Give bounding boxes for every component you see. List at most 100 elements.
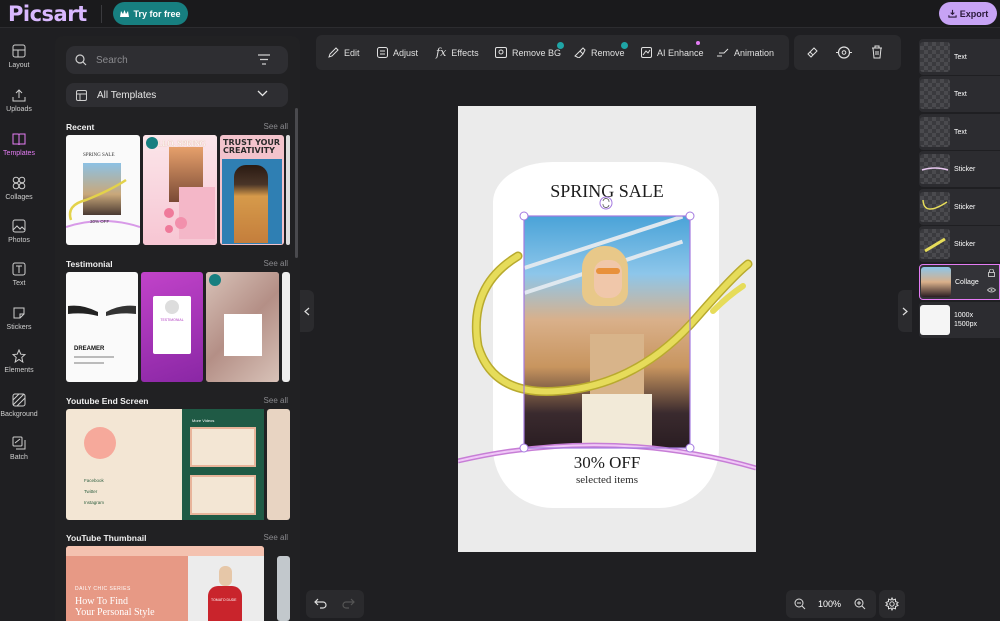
see-all-testimonial[interactable]: See all — [264, 259, 288, 268]
template-thumb-hello-spring[interactable]: HELLO, SPRING — [143, 135, 217, 245]
nav-layout[interactable]: Layout — [0, 44, 38, 84]
edit-toolbar: Edit Adjust fx Effects Remove BG Remove … — [316, 35, 789, 70]
chevron-right-icon — [902, 307, 908, 315]
layer-background[interactable]: 1000x 1500px — [919, 302, 1000, 338]
search-input[interactable]: Search — [66, 46, 288, 74]
expand-layers-button[interactable] — [898, 290, 912, 332]
lock-icon[interactable] — [988, 269, 995, 277]
thumb-text: SPRING SALE — [83, 153, 115, 158]
try-for-free-label: Try for free — [133, 8, 181, 19]
template-thumb-partial[interactable] — [277, 556, 290, 621]
layer-sticker[interactable]: Sticker — [919, 151, 1000, 187]
left-navigation: Layout Uploads Templates Collages Photos… — [0, 36, 38, 621]
nav-elements[interactable]: Elements — [0, 349, 38, 389]
export-button[interactable]: Export — [939, 2, 997, 25]
redo-icon[interactable] — [342, 598, 355, 609]
filter-icon[interactable] — [258, 54, 270, 65]
thumb-links: Facebook Twitter Instagram — [84, 478, 105, 505]
template-thumb-end-screen[interactable]: Facebook Twitter Instagram More Videos — [66, 409, 264, 520]
layer-text[interactable]: Text — [919, 76, 1000, 112]
try-for-free-button[interactable]: Try for free — [113, 2, 188, 25]
duplicate-icon[interactable] — [806, 46, 819, 59]
elements-icon — [12, 349, 26, 363]
history-controls — [306, 590, 364, 618]
canvas-subtitle[interactable]: selected items — [458, 474, 756, 486]
layer-text[interactable]: Text — [919, 39, 1000, 75]
zoom-out-icon[interactable] — [794, 598, 806, 610]
remove-bg-button[interactable]: Remove BG — [495, 35, 564, 70]
edit-button[interactable]: Edit — [328, 35, 360, 70]
template-thumb-dreamer[interactable]: DREAMER — [66, 272, 138, 382]
chevron-down-icon — [257, 90, 268, 97]
template-thumb-trust-creativity[interactable]: TRUST YOUR CREATIVITY — [220, 135, 284, 245]
animation-label: Animation — [734, 47, 775, 58]
layer-collage[interactable]: Collage — [919, 264, 1000, 300]
edit-label: Edit — [344, 47, 360, 58]
flip-icon[interactable] — [836, 45, 852, 60]
hands-illustration — [68, 305, 136, 316]
template-thumb-testimonial-2[interactable] — [206, 272, 279, 382]
layer-sticker[interactable]: Sticker — [919, 226, 1000, 262]
new-dot — [696, 41, 700, 45]
thumb-text: TESTIMONIAL — [160, 318, 184, 322]
zoom-level[interactable]: 100% — [818, 599, 841, 609]
nav-photos-label: Photos — [8, 237, 30, 244]
remove-bg-icon — [495, 47, 507, 58]
layer-sticker[interactable]: Sticker — [919, 189, 1000, 225]
nav-collages[interactable]: Collages — [0, 176, 38, 216]
thumb-text: DREAMER — [74, 346, 105, 352]
design-canvas[interactable]: SPRING SALE 30% OFF selected items — [458, 106, 756, 552]
panel-scrollbar[interactable] — [295, 108, 298, 258]
eye-icon[interactable] — [987, 287, 996, 293]
section-title-recent: Recent — [66, 122, 95, 132]
adjust-button[interactable]: Adjust — [377, 35, 418, 70]
premium-badge-icon — [146, 137, 158, 149]
nav-background[interactable]: Background — [0, 393, 38, 433]
templates-icon — [12, 133, 26, 146]
nav-templates-label: Templates — [3, 150, 35, 157]
stickers-icon — [13, 307, 25, 319]
collages-icon — [12, 176, 26, 190]
export-label: Export — [959, 8, 989, 19]
canvas-settings-button[interactable] — [879, 590, 905, 618]
ai-enhance-button[interactable]: AI Enhance — [641, 35, 704, 70]
app-logo[interactable]: Picsart — [8, 2, 87, 26]
thumb-text: Your Personal Style — [75, 607, 155, 618]
canvas-discount[interactable]: 30% OFF — [458, 453, 756, 473]
thumb-text: DAILY CHIC SERIES — [75, 586, 131, 592]
collapse-panel-button[interactable] — [300, 290, 314, 332]
layer-label: Collage — [955, 278, 979, 286]
see-all-recent[interactable]: See all — [264, 122, 288, 131]
effects-button[interactable]: fx Effects — [436, 35, 479, 70]
undo-icon[interactable] — [314, 598, 327, 609]
nav-photos[interactable]: Photos — [0, 219, 38, 259]
download-icon — [948, 9, 957, 18]
templates-dropdown[interactable]: All Templates — [66, 83, 288, 107]
template-thumb-partial[interactable] — [282, 272, 290, 382]
layer-label: Sticker — [954, 165, 976, 173]
template-thumb-partial[interactable] — [286, 135, 290, 245]
adjust-label: Adjust — [393, 47, 419, 58]
layer-label: Text — [954, 90, 967, 98]
nav-templates[interactable]: Templates — [0, 132, 38, 172]
template-thumb-partial[interactable] — [267, 409, 290, 520]
templates-list-icon — [76, 89, 87, 101]
animation-button[interactable]: Animation — [716, 35, 774, 70]
nav-stickers[interactable]: Stickers — [0, 306, 38, 346]
template-thumb-daily-chic[interactable]: DAILY CHIC SERIES How To Find Your Perso… — [66, 546, 264, 621]
layer-text[interactable]: Text — [919, 114, 1000, 150]
see-all-end-screen[interactable]: See all — [264, 396, 288, 405]
nav-batch[interactable]: Batch — [0, 436, 38, 476]
effects-label: Effects — [451, 47, 479, 58]
trash-icon[interactable] — [871, 45, 883, 59]
adjust-icon — [377, 47, 388, 58]
edit-icon — [328, 47, 339, 58]
template-thumb-spring-sale[interactable]: SPRING SALE 30% OFF — [66, 135, 140, 245]
zoom-in-icon[interactable] — [854, 598, 866, 610]
see-all-thumbnail[interactable]: See all — [264, 533, 288, 542]
template-thumb-testimonial[interactable]: TESTIMONIAL — [141, 272, 203, 382]
nav-uploads[interactable]: Uploads — [0, 88, 38, 128]
section-title-youtube-end-screen: Youtube End Screen — [66, 396, 149, 406]
remove-button[interactable]: Remove — [574, 35, 628, 70]
nav-text[interactable]: Text — [0, 262, 38, 302]
